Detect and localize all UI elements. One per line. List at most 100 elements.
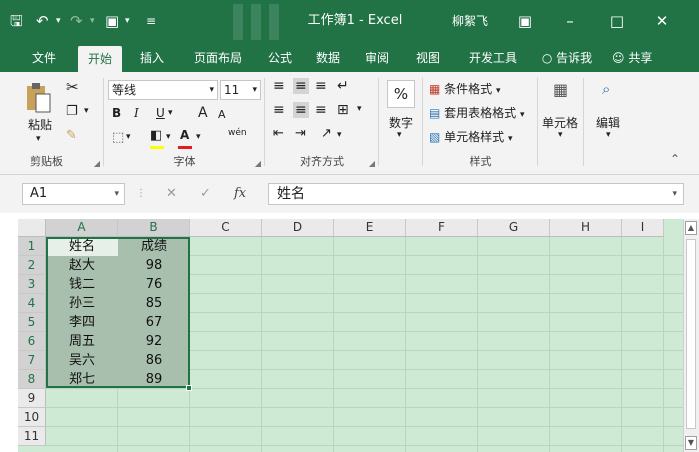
column-header-i[interactable]: I: [622, 219, 664, 237]
editing-button[interactable]: 编辑: [596, 114, 620, 131]
row-header-3[interactable]: 3: [18, 275, 46, 294]
cells-icon[interactable]: ▦: [553, 80, 568, 99]
align-top-icon[interactable]: ≡: [273, 78, 285, 94]
row-header-6[interactable]: 6: [18, 332, 46, 351]
wrap-text-icon[interactable]: ↵: [337, 78, 349, 94]
tab-review[interactable]: 审阅: [355, 44, 399, 72]
tab-data[interactable]: 数据: [306, 44, 350, 72]
alignment-dialog-launcher-icon[interactable]: ◢: [369, 159, 375, 168]
collapse-ribbon-icon[interactable]: ⌃: [670, 152, 680, 166]
align-right-icon[interactable]: ≡: [315, 102, 327, 118]
name-box-dropdown-icon[interactable]: ▾: [114, 184, 119, 204]
cell-a1[interactable]: 姓名: [46, 237, 118, 256]
column-header-d[interactable]: D: [262, 219, 334, 237]
undo-icon[interactable]: ↶: [36, 12, 49, 30]
row-header-9[interactable]: 9: [18, 389, 46, 408]
cell-b7[interactable]: 86: [118, 351, 190, 370]
clipboard-dialog-launcher-icon[interactable]: ◢: [94, 159, 100, 168]
row-header-7[interactable]: 7: [18, 351, 46, 370]
cell-b6[interactable]: 92: [118, 332, 190, 351]
cut-icon[interactable]: ✂: [66, 78, 79, 96]
align-middle-icon[interactable]: ≡: [293, 78, 309, 94]
close-icon[interactable]: ✕: [647, 10, 677, 32]
share-button[interactable]: ☺ 共享: [612, 44, 652, 72]
tab-file[interactable]: 文件: [22, 44, 66, 72]
align-center-icon[interactable]: ≡: [293, 102, 309, 118]
tab-insert[interactable]: 插入: [130, 44, 174, 72]
font-size-dropdown-icon[interactable]: ▾: [252, 81, 257, 99]
ribbon-display-options-icon[interactable]: ▣: [510, 10, 540, 32]
maximize-icon[interactable]: □: [602, 10, 632, 32]
cell-a2[interactable]: 赵大: [46, 256, 118, 275]
minimize-icon[interactable]: –: [555, 10, 585, 32]
vertical-scrollbar[interactable]: ▲ ▼: [683, 219, 699, 452]
number-format-icon[interactable]: %: [387, 80, 415, 108]
cell-a8[interactable]: 郑七: [46, 370, 118, 389]
scroll-thumb[interactable]: [686, 239, 696, 429]
borders-dropdown-icon[interactable]: ▾: [126, 132, 131, 142]
row-header-8[interactable]: 8: [18, 370, 46, 389]
cells-button[interactable]: 单元格: [542, 114, 578, 131]
cells-dropdown-icon[interactable]: ▾: [558, 130, 563, 140]
fill-color-icon[interactable]: ◧: [150, 128, 162, 143]
cell-b2[interactable]: 98: [118, 256, 190, 275]
formula-expand-icon[interactable]: ▾: [672, 184, 677, 204]
tab-page-layout[interactable]: 页面布局: [185, 44, 251, 72]
user-name[interactable]: 柳絮飞: [452, 12, 488, 30]
tab-view[interactable]: 视图: [406, 44, 450, 72]
cell-b1[interactable]: 成绩: [118, 237, 190, 256]
camera-dropdown-icon[interactable]: ▾: [125, 12, 130, 30]
font-color-icon[interactable]: A: [180, 128, 189, 142]
column-header-a[interactable]: A: [46, 219, 118, 237]
underline-dropdown-icon[interactable]: ▾: [168, 108, 173, 118]
decrease-font-size-button[interactable]: A: [218, 108, 226, 121]
scroll-up-icon[interactable]: ▲: [685, 221, 697, 235]
underline-button[interactable]: U: [156, 106, 165, 120]
formula-input[interactable]: 姓名 ▾: [268, 183, 684, 205]
row-header-2[interactable]: 2: [18, 256, 46, 275]
cell-a4[interactable]: 孙三: [46, 294, 118, 313]
font-name-dropdown-icon[interactable]: ▾: [209, 81, 214, 99]
fill-color-dropdown-icon[interactable]: ▾: [166, 132, 171, 142]
orientation-icon[interactable]: ↗: [321, 126, 332, 141]
number-dropdown-icon[interactable]: ▾: [397, 130, 402, 140]
insert-function-icon[interactable]: fx: [234, 184, 246, 204]
row-header-10[interactable]: 10: [18, 408, 46, 427]
cell-a7[interactable]: 吴六: [46, 351, 118, 370]
customize-toolbar-icon[interactable]: ≡: [146, 12, 156, 30]
tab-home[interactable]: 开始: [78, 46, 122, 72]
tab-developer[interactable]: 开发工具: [462, 44, 524, 72]
copy-icon[interactable]: ❐: [66, 104, 78, 119]
decrease-indent-icon[interactable]: ⇤: [273, 126, 284, 141]
column-header-h[interactable]: H: [550, 219, 622, 237]
merge-center-icon[interactable]: ⊞: [337, 102, 349, 118]
format-painter-icon[interactable]: ✎: [66, 128, 77, 143]
scroll-down-icon[interactable]: ▼: [685, 436, 697, 450]
increase-indent-icon[interactable]: ⇥: [295, 126, 306, 141]
name-box[interactable]: A1 ▾: [22, 183, 125, 205]
font-name-combobox[interactable]: 等线 ▾: [108, 80, 218, 100]
paste-dropdown-icon[interactable]: ▾: [36, 134, 41, 144]
row-header-1[interactable]: 1: [18, 237, 46, 256]
editing-dropdown-icon[interactable]: ▾: [606, 130, 611, 140]
cell-b3[interactable]: 76: [118, 275, 190, 294]
cell-a3[interactable]: 钱二: [46, 275, 118, 294]
undo-dropdown-icon[interactable]: ▾: [56, 12, 61, 30]
row-header-4[interactable]: 4: [18, 294, 46, 313]
increase-font-size-button[interactable]: A: [198, 105, 208, 121]
column-header-b[interactable]: B: [118, 219, 190, 237]
bold-button[interactable]: B: [112, 106, 121, 120]
cell-b8[interactable]: 89: [118, 370, 190, 389]
tab-formulas[interactable]: 公式: [258, 44, 302, 72]
borders-icon[interactable]: ⬚: [112, 130, 124, 145]
camera-icon[interactable]: ▣: [105, 12, 119, 30]
worksheet-grid[interactable]: ABCDEFGHI 1 2 3 4 5 6 7 8 9 10 11 姓名 成绩 赵大 98 钱二 76 孙三 85…: [18, 219, 683, 452]
redo-dropdown-icon[interactable]: ▾: [90, 12, 95, 30]
format-as-table-button[interactable]: ▤ 套用表格格式 ▾: [429, 104, 525, 121]
phonetic-guide-button[interactable]: wén: [228, 128, 247, 138]
search-icon[interactable]: ⌕: [602, 80, 610, 98]
align-left-icon[interactable]: ≡: [273, 102, 285, 118]
merge-dropdown-icon[interactable]: ▾: [357, 104, 362, 114]
number-button[interactable]: 数字: [389, 114, 413, 131]
conditional-formatting-button[interactable]: ▦ 条件格式 ▾: [429, 80, 501, 97]
